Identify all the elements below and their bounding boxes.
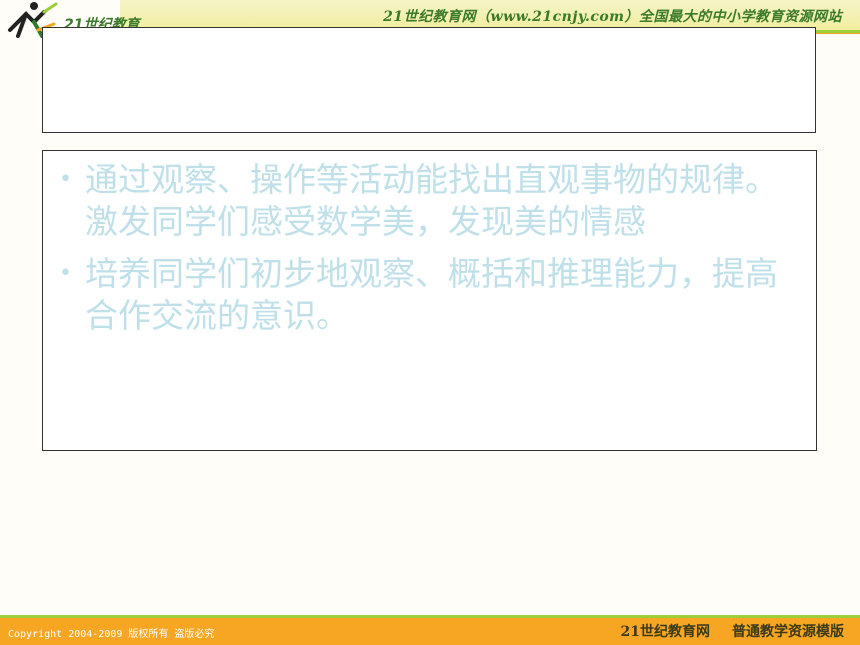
- footer-site-name: 21世纪教育网: [620, 624, 710, 640]
- header: 21世纪教育网（www.21cnjy.com）全国最大的中小学教育资源网站 21…: [0, 0, 860, 38]
- bullet-text: 培养同学们初步地观察、概括和推理能力，提高合作交流的意识。: [85, 254, 778, 335]
- content-box: • 通过观察、操作等活动能找出直观事物的规律。激发同学们感受数学美，发现美的情感…: [42, 150, 817, 451]
- footer-brand: 21世纪教育网 普通教学资源模版: [599, 621, 844, 641]
- title-box: [42, 27, 816, 133]
- bullet-list: • 通过观察、操作等活动能找出直观事物的规律。激发同学们感受数学美，发现美的情感…: [57, 159, 786, 337]
- site-tagline: 21世纪教育网（www.21cnjy.com）全国最大的中小学教育资源网站: [383, 9, 842, 25]
- bullet-dot-icon: •: [59, 167, 72, 192]
- bullet-item: • 通过观察、操作等活动能找出直观事物的规律。激发同学们感受数学美，发现美的情感: [57, 159, 786, 243]
- footer: Copyright 2004-2009 版权所有 盗版必究 21世纪教育网 普通教…: [0, 615, 860, 645]
- bullet-dot-icon: •: [59, 261, 72, 286]
- footer-template-name: 普通教学资源模版: [732, 624, 844, 640]
- bullet-text: 通过观察、操作等活动能找出直观事物的规律。激发同学们感受数学美，发现美的情感: [85, 160, 778, 241]
- footer-copyright: Copyright 2004-2009 版权所有 盗版必究: [8, 629, 215, 640]
- bullet-item: • 培养同学们初步地观察、概括和推理能力，提高合作交流的意识。: [57, 253, 786, 337]
